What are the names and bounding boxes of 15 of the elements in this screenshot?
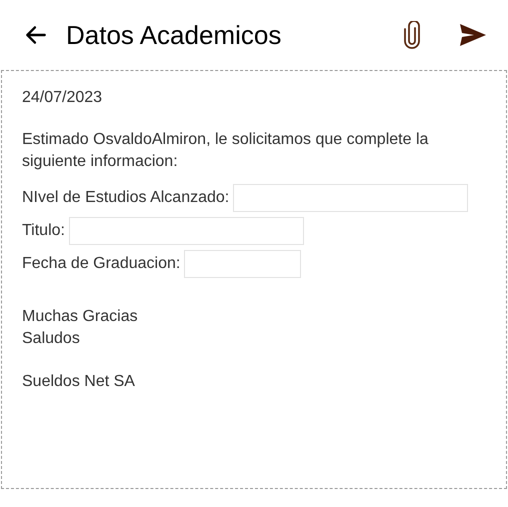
paperclip-icon <box>403 21 421 49</box>
field-label: NIvel de Estudios Alcanzado: <box>22 188 230 208</box>
closing-line: Saludos <box>22 329 81 349</box>
send-icon <box>460 24 486 46</box>
input-field[interactable] <box>68 217 304 245</box>
input-field[interactable] <box>184 250 302 278</box>
signature: Sueldos Net SA <box>22 372 136 392</box>
message-date: 24/07/2023 <box>22 88 104 108</box>
screen-title: Datos Academicos <box>66 18 282 52</box>
intro-paragraph: Estimado OsvaldoAlmiron, le solicitamos que complete la siguiente informacion: <box>22 130 430 172</box>
closing-line: Muchas Gracias <box>22 307 139 327</box>
field-label: Titulo: <box>22 221 65 241</box>
input-field[interactable] <box>233 184 468 212</box>
send-button[interactable] <box>458 21 488 49</box>
field-label: Fecha de Graduacion: <box>22 254 180 274</box>
